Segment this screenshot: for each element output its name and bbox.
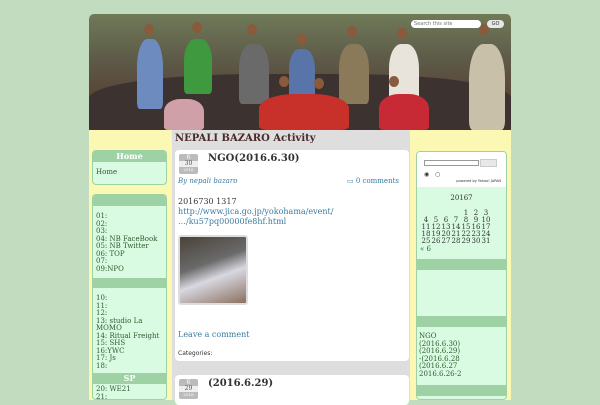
header-photo (89, 14, 511, 130)
calendar-day: 27 (441, 237, 451, 245)
search-radio-web[interactable]: ◉ (424, 171, 429, 178)
widget-header (417, 259, 506, 270)
sidebar-link[interactable]: 09:NPO (96, 265, 163, 274)
calendar-day: 31 (481, 237, 491, 245)
right-sidebar: ◉ ○ powered by Yahoo! JAPAN 20167 123456… (416, 151, 507, 400)
calendar-prev-link[interactable]: « 6 (417, 245, 506, 253)
widget-header (417, 385, 506, 396)
sidebar-link[interactable]: 21: (96, 393, 163, 399)
comment-icon: ▭ (347, 177, 356, 185)
calendar-day: 25 (421, 237, 431, 245)
date-badge: 6 30 2016 (179, 154, 198, 174)
search-input[interactable] (411, 20, 481, 28)
post-link[interactable]: http://www.jica.go.jp/yokohama/event/ (178, 207, 333, 216)
yahoo-search-widget: ◉ ○ powered by Yahoo! JAPAN (417, 152, 506, 187)
search-go-button[interactable]: GO (487, 20, 504, 28)
calendar-day: 28 (451, 237, 461, 245)
sp-section-title: SP (93, 373, 166, 384)
comments-link[interactable]: ▭ 0 comments (347, 177, 399, 185)
home-widget-title: Home (93, 151, 166, 162)
sidebar-link[interactable]: 13: studio La MOMO (96, 317, 163, 333)
home-link[interactable]: Home (93, 162, 166, 177)
post-link-cont[interactable]: …/ku57pq00000fe8hf.html (178, 217, 286, 226)
calendar-title: 20167 (450, 194, 473, 202)
calendar: 1 2 3 4 5 6 7 8 9 10 11 12 13 14 15 16 17 18 19 20 21 22 23 24 2… (421, 210, 491, 245)
powered-by: powered by Yahoo! JAPAN (456, 179, 501, 183)
home-widget: Home Home (92, 150, 167, 185)
calendar-day: 26 (431, 237, 441, 245)
post-body: 2016730 1317 (178, 197, 237, 206)
post-author[interactable]: By nepali bazaro (178, 177, 237, 185)
links-widget-title (93, 195, 166, 206)
post-photo[interactable] (178, 235, 248, 305)
leave-comment-link[interactable]: Leave a comment (178, 330, 250, 339)
blog-title: NEPALI BAZARO Activity (175, 133, 316, 144)
calendar-day: 30 (471, 237, 481, 245)
yahoo-search-button[interactable] (480, 159, 497, 167)
recent-posts-header (417, 316, 506, 327)
search-radio-site[interactable]: ○ (435, 171, 440, 178)
date-badge: 6 29 2016 (179, 379, 198, 399)
recent-post-link[interactable]: 2016.6.26-2 (419, 370, 503, 379)
post-2016-6-29: 6 29 2016 (2016.6.29) (175, 375, 409, 405)
calendar-day: 29 (461, 237, 471, 245)
sidebar-link[interactable]: 18: (96, 362, 163, 371)
links-section-header (93, 278, 166, 288)
post-title[interactable]: (2016.6.29) (208, 378, 273, 389)
links-widget: 01: 02: 03: 04: NB FaceBook 05: NB Twitter 06… (92, 194, 167, 400)
post-ngo: 6 30 2016 NGO(2016.6.30) By nepali bazaro … (175, 150, 409, 361)
post-title[interactable]: NGO(2016.6.30) (208, 153, 300, 164)
categories-label: Categories: (178, 350, 213, 357)
yahoo-search-input[interactable] (424, 160, 479, 166)
